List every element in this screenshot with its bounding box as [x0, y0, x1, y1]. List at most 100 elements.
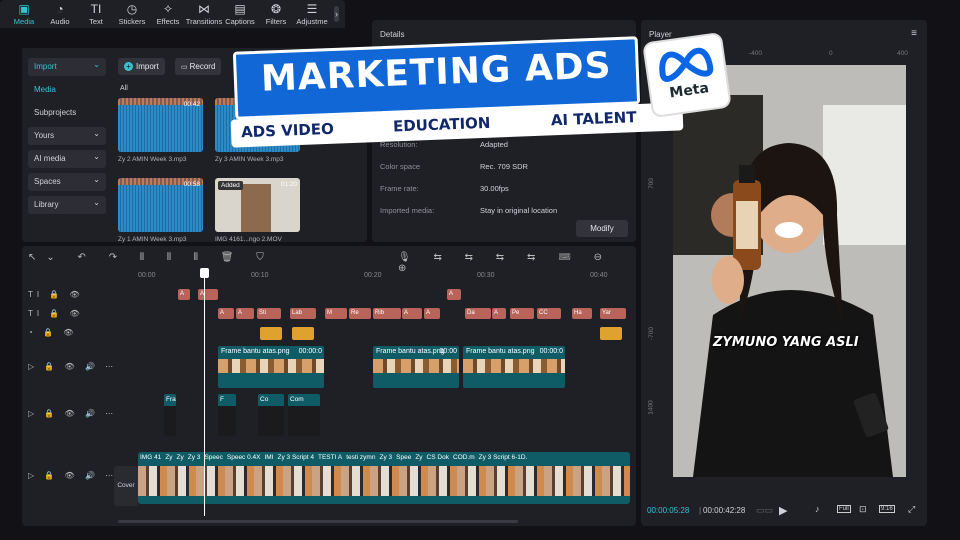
- media-thumbnail[interactable]: 00:58: [118, 178, 203, 232]
- sticker-clip[interactable]: [260, 327, 282, 340]
- audio-icon: ◔: [56, 2, 64, 16]
- main-clip-label: CS Dok: [426, 454, 449, 461]
- timeline-tools-right[interactable]: 🎙 ⇆ ⇆ ⇆ ⇆ ⌨ ⊖ ⊕: [398, 252, 636, 274]
- sticker-clip[interactable]: [292, 327, 314, 340]
- overlay-clip[interactable]: Frame bantu atas.png 00:00:0: [463, 346, 565, 388]
- text-clip[interactable]: M: [325, 308, 347, 319]
- track-controls[interactable]: ◔ 🔒 👁: [28, 328, 77, 337]
- tool-label: Effects: [156, 17, 180, 26]
- tool-stickers[interactable]: ◷ Stickers: [114, 2, 150, 28]
- playhead[interactable]: [204, 268, 205, 516]
- overlay-clip[interactable]: Co: [258, 394, 284, 436]
- main-clip-label: IMI: [264, 454, 274, 461]
- text-clip[interactable]: CC: [537, 308, 561, 319]
- total-time: 00:00:42:28: [703, 506, 746, 515]
- track-controls[interactable]: TI 🔒 👁: [28, 290, 84, 299]
- text-clip[interactable]: Ha: [572, 308, 592, 319]
- track-controls[interactable]: TI 🔒 👁: [28, 309, 84, 318]
- text-clip[interactable]: Lab: [290, 308, 316, 319]
- text-clip[interactable]: Yar: [600, 308, 626, 319]
- text-clip[interactable]: Pe: [510, 308, 534, 319]
- duration: 00:58: [183, 181, 200, 188]
- detail-value: Rec. 709 SDR: [480, 162, 528, 171]
- sidebar-item-ai-media[interactable]: AI media: [28, 148, 106, 168]
- sidebar-item-subprojects[interactable]: Subprojects: [28, 104, 106, 122]
- presenter-illustration: [673, 65, 906, 477]
- text-clip[interactable]: A: [402, 308, 422, 319]
- sidebar-item-import[interactable]: Import: [28, 56, 106, 76]
- full-button[interactable]: Full: [837, 505, 851, 513]
- record-button[interactable]: ▭ Record: [175, 58, 222, 75]
- ruler-label: 400: [897, 50, 908, 57]
- ratio-button[interactable]: 9:16: [879, 505, 895, 513]
- tool-transitions[interactable]: ⋈ Transitions: [186, 2, 222, 28]
- snapshot-icon[interactable]: ⊡: [859, 504, 867, 515]
- duration: 01:20: [280, 181, 297, 188]
- text-clip[interactable]: A: [218, 308, 234, 319]
- tool-adjustme[interactable]: ☰ Adjustme: [294, 2, 330, 28]
- overlay-clip[interactable]: F: [218, 394, 236, 436]
- track-controls[interactable]: ▷ 🔒 👁 🔊 ⋯: [28, 409, 117, 418]
- video-caption: ZYMUNO YANG ASLI: [713, 335, 859, 350]
- clip-label: Pe: [512, 310, 520, 316]
- media-thumbnail[interactable]: 01:20 Added: [215, 178, 300, 232]
- media-icon: ▣: [18, 2, 30, 16]
- ruler-label: 0: [829, 50, 833, 57]
- tool-media[interactable]: ▣ Media: [6, 2, 42, 28]
- media-thumbnail[interactable]: 00:42: [118, 98, 203, 152]
- sidebar-item-spaces[interactable]: Spaces: [28, 171, 106, 191]
- text-clip[interactable]: Da: [465, 308, 491, 319]
- tool-captions[interactable]: ▤ Captions: [222, 2, 258, 28]
- clip-label: M: [327, 310, 332, 316]
- timeline-scrollbar[interactable]: [118, 520, 518, 523]
- tool-text[interactable]: TI Text: [78, 2, 114, 28]
- sidebar-item-yours[interactable]: Yours: [28, 125, 106, 145]
- cover-button[interactable]: Cover: [114, 466, 138, 506]
- playhead-handle[interactable]: [200, 268, 209, 278]
- track-controls[interactable]: ▷ 🔒 👁 🔊 ⋯: [28, 362, 117, 371]
- toolbar-more-button[interactable]: ›: [334, 6, 339, 22]
- menu-icon[interactable]: ≡: [911, 28, 917, 39]
- text-clip[interactable]: Sti: [257, 308, 281, 319]
- main-clip-label: Zy: [176, 454, 184, 461]
- sticker-clip[interactable]: [600, 327, 622, 340]
- text-clip[interactable]: Re: [349, 308, 371, 319]
- overlay-clip[interactable]: Frame bantu atas.png 00:00:0: [218, 346, 324, 388]
- tool-audio[interactable]: ◔ Audio: [42, 2, 78, 28]
- video-preview[interactable]: ZYMUNO YANG ASLI: [673, 65, 906, 477]
- tick-label: 00:20: [364, 272, 382, 279]
- overlay-clip[interactable]: Com: [288, 394, 320, 436]
- clip-label: Frame bantu atas.png: [466, 348, 535, 355]
- adjust-icon: ☰: [306, 2, 318, 16]
- plus-icon: +: [124, 62, 133, 71]
- added-badge: Added: [218, 181, 243, 190]
- overlay-clip[interactable]: Fra: [164, 394, 176, 436]
- text-clip[interactable]: A: [424, 308, 440, 319]
- text-clip[interactable]: A: [198, 289, 218, 300]
- transitions-icon: ⋈: [198, 2, 210, 16]
- clip-label: Sti: [259, 310, 267, 316]
- filters-icon: ❂: [270, 2, 282, 16]
- track-controls[interactable]: ▷ 🔒 👁 🔊 ⋯: [28, 471, 117, 480]
- timeline-tools[interactable]: ↖⌄ ↶ ↷ ⫴ ⫴ ⫴ 🗑 ⛉: [28, 252, 274, 263]
- sidebar-item-media[interactable]: Media: [28, 81, 106, 99]
- tiktok-icon[interactable]: ♪: [815, 504, 820, 514]
- tool-filters[interactable]: ❂ Filters: [258, 2, 294, 28]
- effects-icon: ✧: [162, 2, 174, 16]
- text-clip[interactable]: A: [178, 289, 190, 300]
- text-clip[interactable]: A: [447, 289, 461, 300]
- text-clip[interactable]: Rib: [373, 308, 401, 319]
- fullscreen-icon[interactable]: ⤢: [908, 504, 915, 515]
- modify-button[interactable]: Modify: [576, 220, 628, 237]
- filter-all[interactable]: All: [120, 85, 128, 92]
- text-clip[interactable]: A: [492, 308, 506, 319]
- main-clip-labels: IMG 41 Zy Zy Zy 3 Speec Speec 0.4X IMI Zy 3 Scr…: [140, 454, 527, 461]
- play-button[interactable]: ▶: [779, 504, 787, 517]
- import-button[interactable]: + Import: [118, 58, 165, 75]
- main-video-track[interactable]: IMG 41 Zy Zy Zy 3 Speec Speec 0.4X IMI Zy 3 Scr…: [138, 452, 630, 504]
- tool-label: Adjustme: [296, 17, 328, 26]
- sidebar-item-library[interactable]: Library: [28, 194, 106, 214]
- text-clip[interactable]: A: [236, 308, 254, 319]
- overlay-clip[interactable]: Frame bantu atas.png 00:00: [373, 346, 459, 388]
- tool-effects[interactable]: ✧ Effects: [150, 2, 186, 28]
